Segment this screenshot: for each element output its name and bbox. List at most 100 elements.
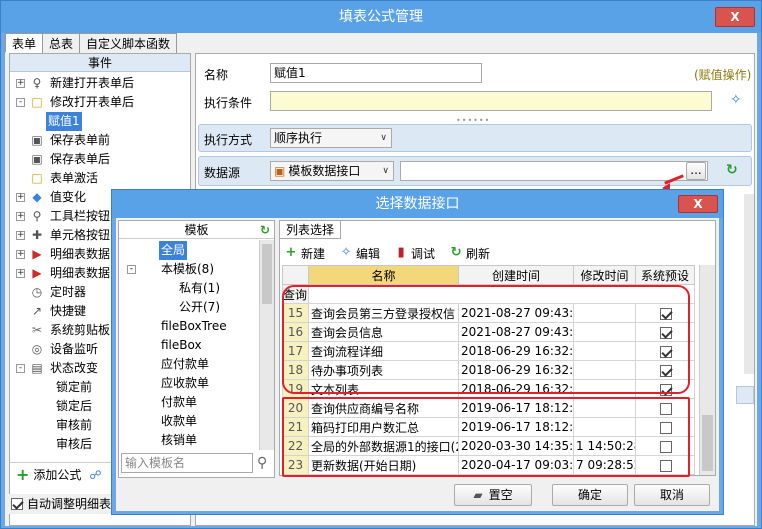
new-button[interactable]: + 新建 <box>284 245 325 262</box>
scroll-thumb[interactable] <box>262 244 272 304</box>
template-item[interactable]: - 本模板(8) <box>119 260 259 279</box>
header-name[interactable]: 名称 <box>308 265 459 285</box>
name-input[interactable]: 赋值1 <box>270 63 482 83</box>
template-item[interactable]: 公开(7) <box>119 298 259 317</box>
clear-label: 置空 <box>488 488 513 502</box>
expand-icon[interactable]: + <box>16 79 25 88</box>
scroll-thumb[interactable] <box>702 415 713 471</box>
template-item[interactable]: 私有(1) <box>119 279 259 298</box>
template-item-label: 核销单 <box>161 433 198 447</box>
template-item-label: 收款单 <box>161 414 198 428</box>
datasource-path-input[interactable] <box>400 161 708 181</box>
auto-adjust-checkbox[interactable] <box>11 498 23 510</box>
window-title: 填表公式管理 <box>1 1 761 33</box>
dialog-close-button[interactable]: X <box>678 195 718 213</box>
tree-item[interactable]: ▣ 保存表单后 <box>10 150 190 169</box>
tab-form[interactable]: 表单 <box>5 33 44 53</box>
tree-item-label: 值变化 <box>50 190 87 204</box>
template-item-label: 付款单 <box>161 395 198 409</box>
expand-icon[interactable]: + <box>16 212 25 221</box>
header-modified[interactable]: 修改时间 <box>573 265 636 285</box>
tree-item[interactable]: □ 表单激活 <box>10 169 190 188</box>
tree-item[interactable]: ▣ 保存表单前 <box>10 131 190 150</box>
refresh-icon[interactable]: ↻ <box>260 221 270 239</box>
refresh-icon: ↻ <box>450 245 462 260</box>
folder-icon: □ <box>31 171 43 185</box>
template-item[interactable]: 收款单 <box>119 412 259 431</box>
tab-list-select[interactable]: 列表选择 <box>280 221 342 239</box>
refresh-icon[interactable]: ↻ <box>726 162 738 178</box>
expand-icon[interactable]: + <box>16 250 25 259</box>
search-icon[interactable]: ⚲ <box>257 455 273 471</box>
chevron-down-icon: ∨ <box>380 133 387 143</box>
edit-button[interactable]: ✧ 编辑 <box>339 245 380 262</box>
tree-item-label: 保存表单后 <box>50 152 111 166</box>
template-tree: 全局 - 本模板(8) 私有(1) 公开(7) fileBoxTree fileBox 应付款… <box>119 241 259 450</box>
tree-item-label: 审核后 <box>56 437 93 451</box>
exec-mode-value: 顺序执行 <box>274 131 323 145</box>
template-search-input[interactable]: 输入模板名 <box>121 453 253 473</box>
tree-item-label: 修改打开表单后 <box>50 95 135 109</box>
table-scrollbar[interactable] <box>699 265 715 475</box>
ok-button[interactable]: 确定 <box>552 484 628 506</box>
template-item[interactable]: 应收款单 <box>119 374 259 393</box>
datasource-label: 数据源 <box>204 166 241 180</box>
expand-icon[interactable]: + <box>16 269 25 278</box>
tree-item-label: 新建打开表单后 <box>50 76 135 90</box>
template-scrollbar[interactable] <box>259 240 274 450</box>
template-item-label: fileBox <box>161 338 202 352</box>
editor-side-button[interactable] <box>736 386 754 404</box>
expand-icon[interactable]: + <box>16 193 25 202</box>
tree-item[interactable]: 赋值1 <box>10 112 190 131</box>
tree-item-label: 赋值1 <box>46 112 82 131</box>
cancel-button[interactable]: 取消 <box>634 484 710 506</box>
magic-wand-icon[interactable]: ✧ <box>730 92 742 108</box>
tab-summary[interactable]: 总表 <box>42 33 81 53</box>
save-icon: ▣ <box>31 152 43 166</box>
browse-button[interactable]: ... <box>686 162 706 180</box>
template-item[interactable]: 全局 <box>119 241 259 260</box>
template-item[interactable]: 核销单 <box>119 431 259 450</box>
tree-item-label: 快捷键 <box>50 304 87 318</box>
magic-wand-icon: ✧ <box>340 245 352 260</box>
collapse-icon[interactable]: - <box>16 364 25 373</box>
header-created[interactable]: 创建时间 <box>458 265 574 285</box>
exec-mode-label: 执行方式 <box>204 133 253 147</box>
user-add-icon: ♀ <box>32 76 42 90</box>
chevron-down-icon: ∨ <box>382 166 389 176</box>
refresh-button[interactable]: ↻ 刷新 <box>449 245 490 262</box>
folder-icon: □ <box>31 95 43 109</box>
datasource-select[interactable]: ▣ 模板数据接口 ∨ <box>270 161 394 181</box>
tab-custom-script[interactable]: 自定义脚本函数 <box>79 33 178 53</box>
highlight-preset-group <box>282 285 690 394</box>
expand-icon[interactable]: + <box>16 231 25 240</box>
exec-mode-select[interactable]: 顺序执行 ∨ <box>270 128 392 148</box>
editor-scrollbar[interactable] <box>744 194 754 374</box>
template-item[interactable]: 应付款单 <box>119 355 259 374</box>
tree-item[interactable]: + ♀ 新建打开表单后 <box>10 74 190 93</box>
collapse-icon[interactable]: - <box>127 265 136 274</box>
tree-item-label: 保存表单前 <box>50 133 111 147</box>
add-formula-label: 添加公式 <box>33 468 82 482</box>
add-formula-button[interactable]: + 添加公式 ☍ <box>16 466 102 484</box>
tree-item[interactable]: - □ 修改打开表单后 <box>10 93 190 112</box>
template-item[interactable]: fileBoxTree <box>119 317 259 336</box>
condition-input[interactable] <box>270 91 712 111</box>
new-label: 新建 <box>301 246 326 261</box>
collapse-icon[interactable]: - <box>16 98 25 107</box>
debug-button[interactable]: ▮ 调试 <box>394 245 435 262</box>
tree-item-label: 审核前 <box>56 418 93 432</box>
clear-button[interactable]: ▰ 置空 <box>454 484 532 506</box>
window-close-button[interactable]: X <box>715 7 755 27</box>
key-icon: ↗ <box>31 304 43 318</box>
events-header: 事件 <box>10 54 190 72</box>
state-icon: ▤ <box>31 361 43 375</box>
link-icon[interactable]: ☍ <box>89 466 101 484</box>
header-preset[interactable]: 系统预设 <box>635 265 695 285</box>
template-item[interactable]: fileBox <box>119 336 259 355</box>
tag-icon: ◆ <box>32 190 42 204</box>
table-header-row: 名称 创建时间 修改时间 系统预设 <box>282 265 695 285</box>
template-item[interactable]: 付款单 <box>119 393 259 412</box>
tree-item-label: 设备监听 <box>50 342 99 356</box>
edit-label: 编辑 <box>356 246 381 261</box>
